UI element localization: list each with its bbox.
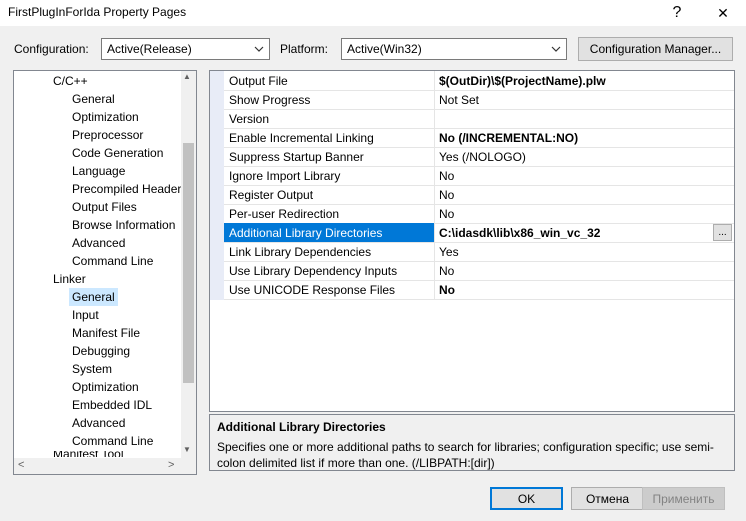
chevron-down-icon [252, 41, 266, 57]
window-title: FirstPlugInForIda Property Pages [8, 5, 187, 19]
description-title: Additional Library Directories [217, 420, 386, 434]
configuration-label: Configuration: [14, 42, 89, 56]
configuration-value: Active(Release) [107, 42, 192, 56]
scroll-up-icon[interactable]: ▲ [183, 72, 191, 81]
property-name: Version [229, 112, 270, 126]
property-name: Use Library Dependency Inputs [229, 264, 398, 278]
tree-item-linker[interactable]: Linker [53, 270, 86, 288]
platform-value: Active(Win32) [347, 42, 422, 56]
property-name: Use UNICODE Response Files [229, 283, 396, 297]
tree-item-output-files[interactable]: Output Files [72, 198, 137, 216]
property-value[interactable]: No [439, 188, 454, 202]
scroll-down-icon[interactable]: ▼ [183, 445, 191, 454]
scroll-right-icon[interactable]: > [168, 459, 174, 471]
browse-ellipsis-button[interactable]: ... [713, 224, 732, 241]
tree-item-embedded-idl[interactable]: Embedded IDL [72, 396, 152, 414]
property-row[interactable]: Link Library Dependencies Yes [224, 242, 734, 262]
property-value[interactable]: No (/INCREMENTAL:NO) [439, 131, 578, 145]
chevron-down-icon [549, 41, 563, 57]
tree-item-browse-information[interactable]: Browse Information [72, 216, 175, 234]
tree-item-optimization[interactable]: Optimization [72, 108, 139, 126]
help-button[interactable]: ? [654, 0, 700, 26]
property-name: Additional Library Directories [229, 226, 383, 240]
column-divider [434, 223, 435, 242]
configuration-manager-button[interactable]: Configuration Manager... [578, 37, 733, 61]
column-divider [434, 90, 435, 109]
column-divider [434, 204, 435, 223]
ok-button[interactable]: OK [490, 487, 563, 510]
column-divider [434, 280, 435, 299]
tree-item-c-c-[interactable]: C/C++ [53, 72, 88, 90]
property-value[interactable]: No [439, 264, 454, 278]
help-icon: ? [672, 4, 682, 21]
cancel-button[interactable]: Отмена [571, 487, 644, 510]
property-value[interactable]: Yes [439, 245, 459, 259]
tree-scroll-thumb[interactable] [183, 143, 194, 383]
tree-item-precompiled-header[interactable]: Precompiled Header [72, 180, 181, 198]
tree-item-advanced[interactable]: Advanced [72, 414, 125, 432]
column-divider [434, 242, 435, 261]
column-divider [434, 109, 435, 128]
apply-button[interactable]: Применить [642, 487, 725, 510]
tree-item-language[interactable]: Language [72, 162, 125, 180]
tree-item-code-generation[interactable]: Code Generation [72, 144, 163, 162]
property-value[interactable]: $(OutDir)\$(ProjectName).plw [439, 74, 606, 88]
column-divider [434, 147, 435, 166]
tree-item-manifest-tool[interactable]: Manifest Tool [53, 451, 123, 457]
property-value[interactable]: No [439, 283, 455, 297]
configuration-select[interactable]: Active(Release) [101, 38, 270, 60]
property-row[interactable]: Ignore Import Library No [224, 166, 734, 186]
column-divider [434, 71, 435, 90]
tree-item-general[interactable]: General [69, 288, 118, 306]
tree-item-advanced[interactable]: Advanced [72, 234, 125, 252]
tree-horizontal-scrollbar[interactable] [14, 458, 181, 474]
property-row[interactable]: Register Output No [224, 185, 734, 205]
tree-item-debugging[interactable]: Debugging [72, 342, 130, 360]
tree-item-system[interactable]: System [72, 360, 112, 378]
scroll-left-icon[interactable]: < [18, 459, 24, 471]
close-button[interactable]: ✕ [700, 0, 746, 26]
property-name: Suppress Startup Banner [229, 150, 364, 164]
property-value[interactable]: No [439, 207, 454, 221]
property-row[interactable]: Use UNICODE Response Files No [224, 280, 734, 300]
property-row[interactable]: Suppress Startup Banner Yes (/NOLOGO) [224, 147, 734, 167]
column-divider [434, 166, 435, 185]
property-row[interactable]: Version [224, 109, 734, 129]
tree-item-command-line[interactable]: Command Line [72, 252, 153, 270]
property-row[interactable]: Per-user Redirection No [224, 204, 734, 224]
property-value[interactable]: C:\idasdk\lib\x86_win_vc_32 [439, 226, 600, 240]
tree-item-input[interactable]: Input [72, 306, 99, 324]
property-name: Link Library Dependencies [229, 245, 372, 259]
property-name: Output File [229, 74, 288, 88]
platform-label: Platform: [280, 42, 329, 56]
grid-gutter [210, 71, 224, 300]
property-name: Register Output [229, 188, 314, 202]
property-row[interactable]: Enable Incremental Linking No (/INCREMENT… [224, 128, 734, 148]
description-text: Specifies one or more additional paths t… [217, 440, 714, 470]
property-value[interactable]: No [439, 169, 454, 183]
property-value[interactable]: Yes (/NOLOGO) [439, 150, 526, 164]
tree-item-preprocessor[interactable]: Preprocessor [72, 126, 143, 144]
property-value[interactable]: Not Set [439, 93, 479, 107]
property-row[interactable]: Output File $(OutDir)\$(ProjectName).plw [224, 71, 734, 91]
tree-item-manifest-file[interactable]: Manifest File [72, 324, 140, 342]
property-row[interactable]: Use Library Dependency Inputs No [224, 261, 734, 281]
platform-select[interactable]: Active(Win32) [341, 38, 567, 60]
scrollbar-corner [181, 458, 196, 474]
column-divider [434, 185, 435, 204]
property-row[interactable]: Additional Library Directories C:\idasdk\… [224, 223, 734, 243]
property-name: Enable Incremental Linking [229, 131, 374, 145]
property-name: Show Progress [229, 93, 311, 107]
property-row[interactable]: Show Progress Not Set [224, 90, 734, 110]
column-divider [434, 128, 435, 147]
property-name: Per-user Redirection [229, 207, 340, 221]
tree-item-general[interactable]: General [72, 90, 115, 108]
tree-item-optimization[interactable]: Optimization [72, 378, 139, 396]
close-icon: ✕ [717, 4, 729, 21]
column-divider [434, 261, 435, 280]
tree-item-command-line[interactable]: Command Line [72, 432, 153, 450]
property-name: Ignore Import Library [229, 169, 341, 183]
